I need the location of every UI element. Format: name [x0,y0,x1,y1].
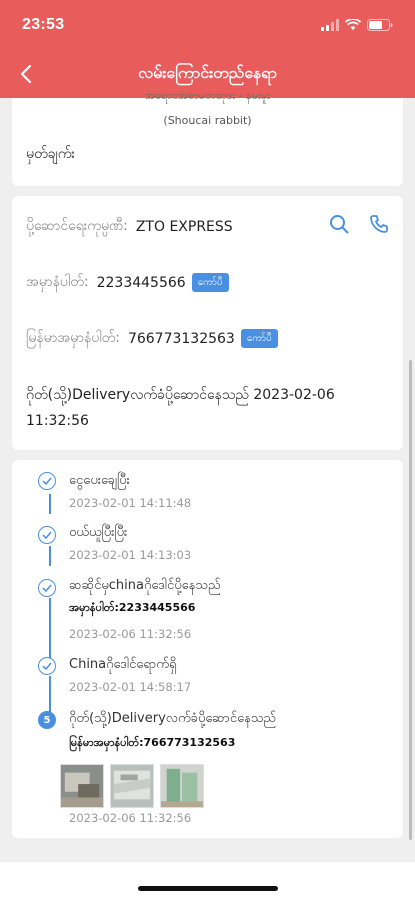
timeline-connector [49,598,51,658]
timeline-time: 2023-02-01 14:13:03 [69,548,192,562]
package-photo[interactable] [110,764,154,808]
package-photo[interactable] [160,764,204,808]
company-label: ပို့ဆောင်ရေးကုမ္ပဏီ: [26,218,128,234]
product-card: အရောင်အစာမတ်ဆိုဒ်း - နမ်းမူး (Shoucai ra… [12,94,403,186]
current-status: ဂိုတ်(သို့)Deliveryလက်ခံပို့ဆောင်နေသည် 2… [26,387,335,429]
back-button[interactable] [12,60,40,88]
wifi-icon [345,19,361,30]
mm-order-label: မြန်မာအမှာနံပါတ်: [26,330,120,346]
timeline-connector [49,676,51,712]
scrollbar[interactable] [409,360,412,840]
shipping-card: ပို့ဆောင်ရေးကုမ္ပဏီ: ZTO EXPRESS အမှာနံပ… [12,196,403,450]
check-circle-icon [38,472,56,490]
chevron-left-icon [20,64,32,84]
timeline-title: ဝယ်ယူပြီးပြီး [69,525,128,540]
company-value: ZTO EXPRESS [135,218,233,235]
check-circle-icon [38,657,56,675]
timeline-time: 2023-02-01 14:58:17 [69,680,192,694]
status-bar: 23:53 [0,0,415,50]
timeline-title: ဆဆိုင်မှchinaဂိုဒေါင်ပို့နေသည် [69,578,221,593]
timeline-connector [49,494,51,514]
home-indicator[interactable] [138,886,278,891]
timeline-time: 2023-02-01 14:11:48 [69,496,192,510]
order-label: အမှာနံပါတ်: [26,274,89,290]
timeline-subtitle: မြန်မာအမှာနံပါတ်:766773132563 [69,736,236,749]
mm-order-row: မြန်မာအမှာနံပါတ်: 766773132563 ကော်ပီ [26,328,391,349]
timeline-time: 2023-02-06 11:32:56 [69,811,192,825]
product-clipped-line: အရောင်အစာမတ်ဆိုဒ်း - နမ်းမူး [145,94,270,102]
timeline-subtitle: အမှာနံပါတ်:2233445566 [69,601,196,614]
bottom-safe-area [0,862,415,900]
status-icons [321,19,393,31]
page-title: လမ်းကြောင်းတည်နေရာ [138,63,277,82]
package-photo[interactable] [60,764,104,808]
battery-icon [367,19,393,31]
order-row: အမှာနံပါတ်: 2233445566 ကော်ပီ [26,272,391,293]
mm-order-value: 766773132563 [127,330,235,347]
copy-order-button[interactable]: ကော်ပီ [191,273,229,292]
order-value: 2233445566 [96,274,186,291]
timeline-title: ဂိုတ်(သို့)Deliveryလက်ခံပို့ဆောင်နေသည် [69,711,276,726]
timeline-connector [49,546,51,566]
phone-icon[interactable] [369,214,389,234]
product-info: အရောင်အစာမတ်ဆိုဒ်း - နမ်းမူး (Shoucai ra… [12,94,403,128]
contact-icons [329,214,389,234]
status-time: 23:53 [22,16,65,33]
check-circle-icon [38,579,56,597]
photo-thumbnails [60,764,204,808]
timeline-title: ငွေပေးချေပြီး [69,473,130,488]
signal-icon [321,19,339,31]
timeline-time: 2023-02-06 11:32:56 [69,627,192,641]
copy-mm-order-button[interactable]: ကော်ပီ [240,329,278,348]
check-circle-icon [38,526,56,544]
timeline-card: ငွေပေးချေပြီး 2023-02-01 14:11:48 ဝယ်ယူပ… [12,460,403,838]
step-number-badge: 5 [38,711,56,729]
remark-label: မှတ်ချက်း [26,146,75,162]
nav-bar: လမ်းကြောင်းတည်နေရာ [0,54,415,94]
app-header: 23:53 လမ်းကြောင်းတည်နေရာ [0,0,415,98]
search-icon[interactable] [329,214,349,234]
timeline-title: Chinaဂိုဒေါင်ရောက်ရှိ [69,657,177,672]
product-subtitle: (Shoucai rabbit) [163,114,252,127]
